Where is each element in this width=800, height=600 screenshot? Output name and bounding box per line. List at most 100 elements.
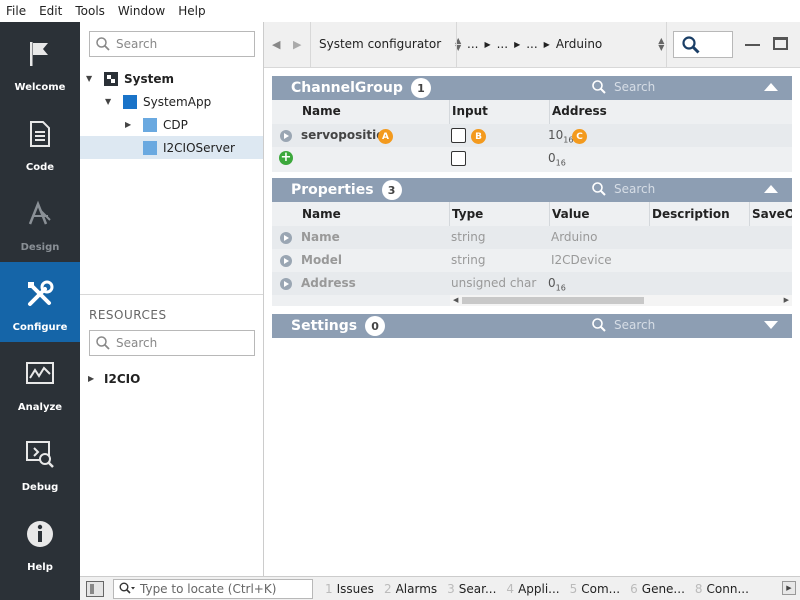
tabs-scroll-right-icon[interactable]: ▶ xyxy=(782,581,796,595)
collapse-arrow-icon[interactable] xyxy=(764,83,778,91)
section-search[interactable]: Search xyxy=(592,318,655,332)
properties-header[interactable]: Properties 3 Search xyxy=(272,178,792,202)
breadcrumb-item[interactable]: Arduino xyxy=(556,37,602,51)
channelgroup-section: ChannelGroup 1 Search Name Input Address… xyxy=(272,76,792,172)
menu-window[interactable]: Window xyxy=(118,4,165,18)
column-header-description[interactable]: Description xyxy=(652,207,730,221)
sidebar-item-debug[interactable]: Debug xyxy=(0,422,80,502)
expand-arrow-icon[interactable] xyxy=(764,321,778,329)
breadcrumb-item[interactable]: ... xyxy=(467,37,478,51)
search-icon xyxy=(592,80,606,94)
tree-search-input[interactable]: Search xyxy=(89,31,255,57)
sidebar-item-label: Code xyxy=(25,162,55,173)
new-row: + 016 xyxy=(272,147,792,170)
tab-application[interactable]: 4 Appli... xyxy=(506,582,559,596)
menu-help[interactable]: Help xyxy=(178,4,205,18)
tab-number: 2 xyxy=(383,581,392,596)
sidebar-item-help[interactable]: Help xyxy=(0,502,80,582)
tab-search[interactable]: 3 Sear... xyxy=(447,582,496,596)
play-icon[interactable] xyxy=(280,232,292,244)
collapse-arrow-icon[interactable] xyxy=(764,185,778,193)
section-search[interactable]: Search xyxy=(592,182,655,196)
forward-arrow-icon[interactable]: ▶ xyxy=(293,38,301,51)
table-row[interactable]: Name string Arduino xyxy=(272,226,792,249)
section-search-placeholder: Search xyxy=(614,80,656,94)
tree-node-cdp[interactable]: ▶ CDP xyxy=(80,113,263,136)
table-row[interactable]: Address unsigned char 016 xyxy=(272,272,792,295)
back-arrow-icon[interactable]: ◀ xyxy=(272,38,280,51)
play-icon[interactable] xyxy=(280,130,292,142)
tab-label: Sear... xyxy=(458,581,497,596)
search-icon xyxy=(96,336,110,350)
column-header-name[interactable]: Name xyxy=(302,207,341,221)
settings-header[interactable]: Settings 0 Search xyxy=(272,314,792,338)
component-icon xyxy=(143,117,157,132)
sidebar-item-label: Help xyxy=(27,562,53,573)
play-icon[interactable] xyxy=(280,255,292,267)
sidebar-item-design[interactable]: Design xyxy=(0,182,80,262)
tab-issues[interactable]: 1 Issues xyxy=(325,582,374,596)
breadcrumb-item[interactable]: ... xyxy=(497,37,508,51)
input-checkbox[interactable] xyxy=(451,128,466,143)
horizontal-scrollbar[interactable]: ◀ ▶ xyxy=(450,295,792,306)
tree-node-system[interactable]: ▼ System xyxy=(80,67,263,90)
property-value[interactable]: Arduino xyxy=(551,230,597,244)
tree-node-systemapp[interactable]: ▼ SystemApp xyxy=(80,90,263,113)
tab-label: Gene... xyxy=(641,581,685,596)
scroll-right-icon[interactable]: ▶ xyxy=(784,296,789,304)
table-row[interactable]: servoposition A B 1016 C xyxy=(272,124,792,147)
scrollbar-thumb[interactable] xyxy=(462,297,644,304)
breadcrumb-item[interactable]: ... xyxy=(526,37,537,51)
tab-connection[interactable]: 8 Conn... xyxy=(695,582,749,596)
minimize-icon[interactable] xyxy=(745,44,760,46)
property-type: unsigned char xyxy=(451,276,537,290)
locate-input[interactable]: Type to locate (Ctrl+K) xyxy=(113,578,313,599)
column-header-name[interactable]: Name xyxy=(302,104,341,118)
menu-edit[interactable]: Edit xyxy=(39,4,62,18)
property-value[interactable]: 016 xyxy=(548,276,566,292)
sidebar-item-configure[interactable]: Configure xyxy=(0,262,80,342)
column-header-input[interactable]: Input xyxy=(452,104,488,118)
sidebar-item-label: Configure xyxy=(12,322,68,333)
sidebar-toggle-icon[interactable] xyxy=(86,580,104,597)
toolbar-search-button[interactable] xyxy=(673,31,733,58)
section-search[interactable]: Search xyxy=(592,80,655,94)
address-digits: 0 xyxy=(548,151,556,165)
table-row[interactable]: Model string I2CDevice xyxy=(272,249,792,272)
column-header-saveon[interactable]: SaveOr xyxy=(752,207,792,221)
column-header-value[interactable]: Value xyxy=(552,207,590,221)
play-icon[interactable] xyxy=(280,278,292,290)
tree-node-i2cioserver[interactable]: I2CIOServer xyxy=(80,136,263,159)
property-value[interactable]: I2CDevice xyxy=(551,253,612,267)
address-value[interactable]: 016 xyxy=(548,151,566,167)
menu-tools[interactable]: Tools xyxy=(75,4,105,18)
channelgroup-header[interactable]: ChannelGroup 1 Search xyxy=(272,76,792,100)
collapsed-arrow-icon: ▶ xyxy=(88,374,95,383)
add-icon[interactable]: + xyxy=(279,151,293,165)
resource-item-i2cio[interactable]: ▶ I2CIO xyxy=(80,367,263,390)
search-icon xyxy=(96,37,110,51)
column-header-type[interactable]: Type xyxy=(452,207,483,221)
menu-file[interactable]: File xyxy=(6,4,26,18)
sidebar-item-analyze[interactable]: Analyze xyxy=(0,342,80,422)
view-selector[interactable]: System configurator ▲ ▼ xyxy=(319,37,461,52)
tab-general[interactable]: 6 Gene... xyxy=(630,582,685,596)
resources-search-input[interactable]: Search xyxy=(89,330,255,356)
sidebar-item-welcome[interactable]: Welcome xyxy=(0,22,80,102)
column-header-address[interactable]: Address xyxy=(552,104,607,118)
input-checkbox[interactable] xyxy=(451,151,466,166)
maximize-icon[interactable] xyxy=(773,37,788,50)
channelgroup-table: Name Input Address servoposition A B 101… xyxy=(272,100,792,172)
scroll-left-icon[interactable]: ◀ xyxy=(453,296,458,304)
sidebar-item-label: Debug xyxy=(21,482,59,493)
updown-arrow-icon[interactable]: ▲ ▼ xyxy=(658,37,664,52)
tab-number: 6 xyxy=(630,581,638,596)
tab-compile[interactable]: 5 Com... xyxy=(570,582,621,596)
sidebar-item-code[interactable]: Code xyxy=(0,102,80,182)
tab-alarms[interactable]: 2 Alarms xyxy=(384,582,437,596)
view-selector-label: System configurator xyxy=(319,37,442,51)
mode-sidebar: Welcome Code Design Configure Analyze De… xyxy=(0,22,80,600)
tab-number: 5 xyxy=(569,581,578,596)
tab-label: Alarms xyxy=(395,581,438,596)
address-value[interactable]: 1016 xyxy=(548,128,573,144)
